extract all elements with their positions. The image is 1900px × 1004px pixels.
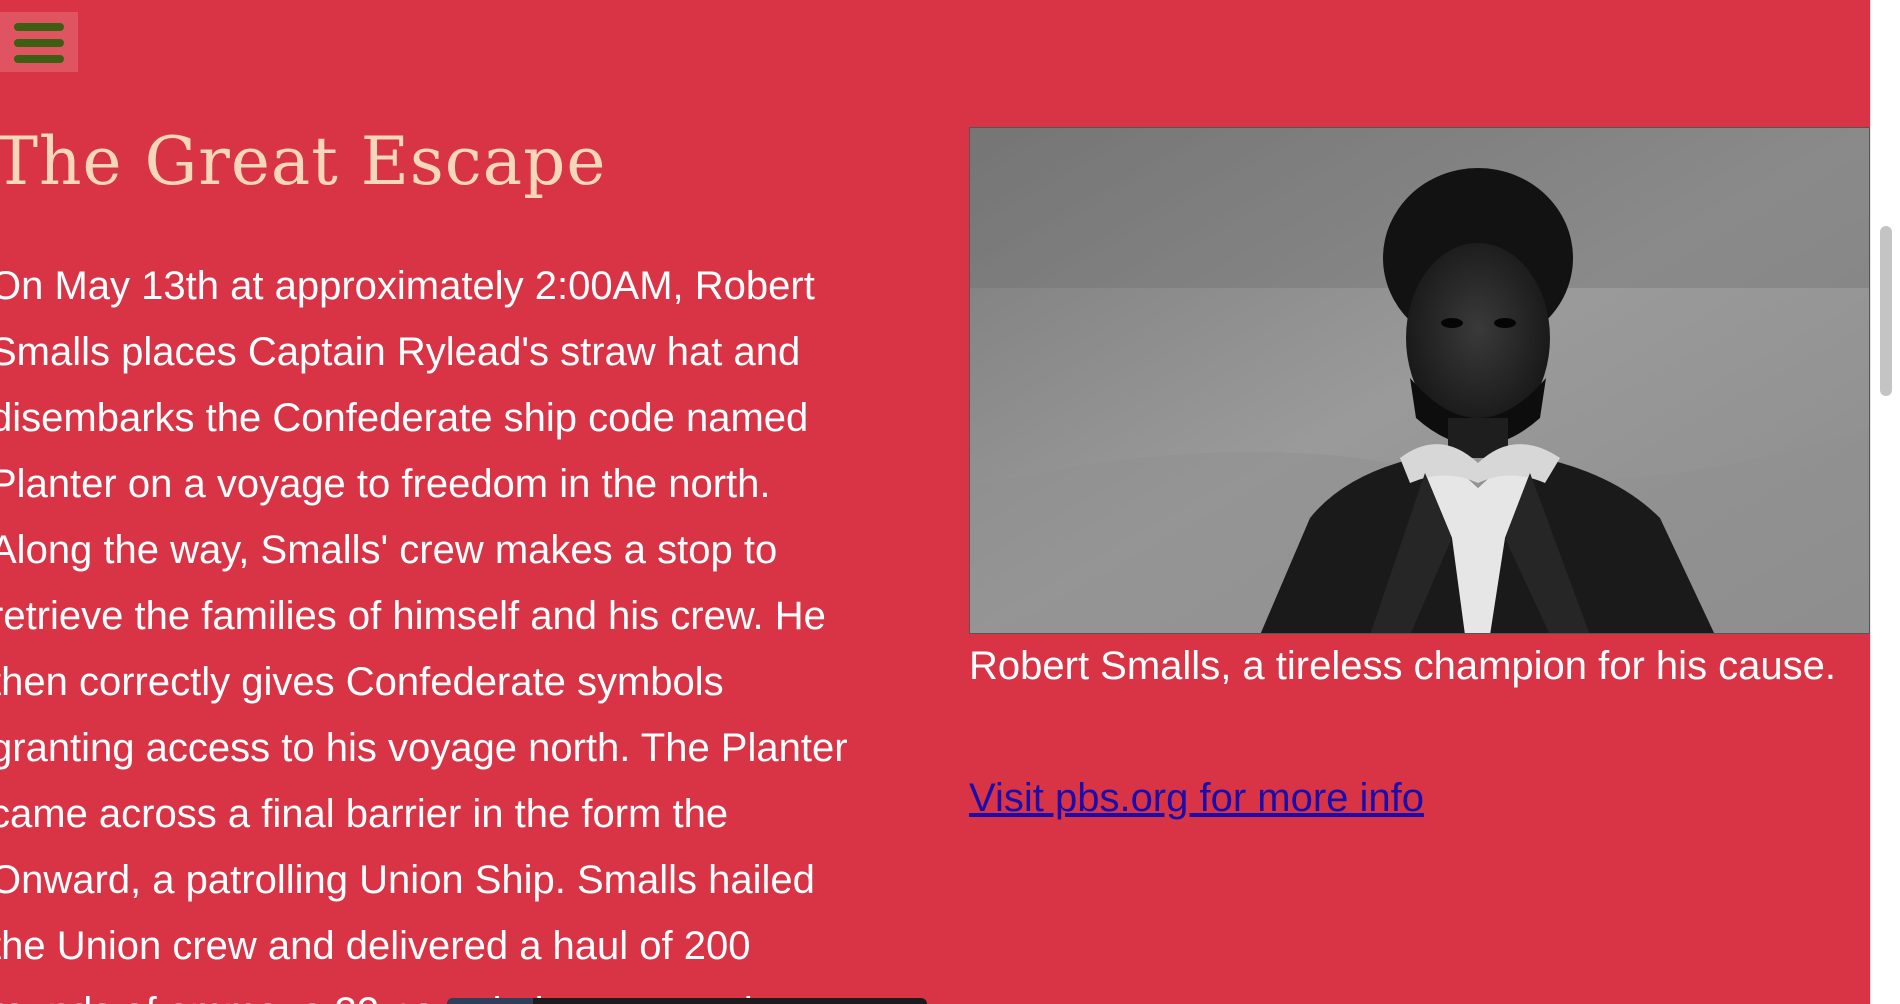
hamburger-menu-button[interactable] <box>0 12 78 72</box>
paragraph-line: Planter on a voyage to freedom in the no… <box>0 462 771 506</box>
bottom-toolbar <box>447 998 927 1004</box>
hamburger-menu-icon-bar <box>14 39 64 47</box>
paragraph-line: Smalls places Captain Rylead's straw hat… <box>0 330 801 374</box>
paragraph-line: the Union crew and delivered a haul of 2… <box>0 924 751 968</box>
paragraph-line: then correctly gives Confederate symbols <box>0 660 724 704</box>
paragraph-line: Along the way, Smalls' crew makes a stop… <box>0 528 778 572</box>
paragraph-line: On May 13th at approximately 2:00AM, Rob… <box>0 264 815 308</box>
scrollbar-thumb[interactable] <box>1880 226 1892 396</box>
paragraph-line: retrieve the families of himself and his… <box>0 594 826 638</box>
vertical-scrollbar[interactable] <box>1870 0 1900 1004</box>
article-paragraph: On May 13th at approximately 2:00AM, Rob… <box>0 253 890 1004</box>
portrait-photo <box>969 127 1870 634</box>
pbs-info-link[interactable]: Visit pbs.org for more info <box>969 765 1424 831</box>
hamburger-menu-icon-bar <box>14 55 64 63</box>
page: The Great Escape On May 13th at approxim… <box>0 0 1870 1004</box>
portrait-image <box>970 128 1869 633</box>
page-title: The Great Escape <box>0 123 607 200</box>
paragraph-line: disembarks the Confederate ship code nam… <box>0 396 809 440</box>
paragraph-line: granting access to his voyage north. The… <box>0 726 848 770</box>
paragraph-line: Onward, a patrolling Union Ship. Smalls … <box>0 858 815 902</box>
paragraph-line: came across a final barrier in the form … <box>0 792 729 836</box>
bottom-toolbar-segment <box>447 998 533 1004</box>
hamburger-menu-icon <box>14 23 64 31</box>
photo-caption: Robert Smalls, a tireless champion for h… <box>969 644 1837 688</box>
